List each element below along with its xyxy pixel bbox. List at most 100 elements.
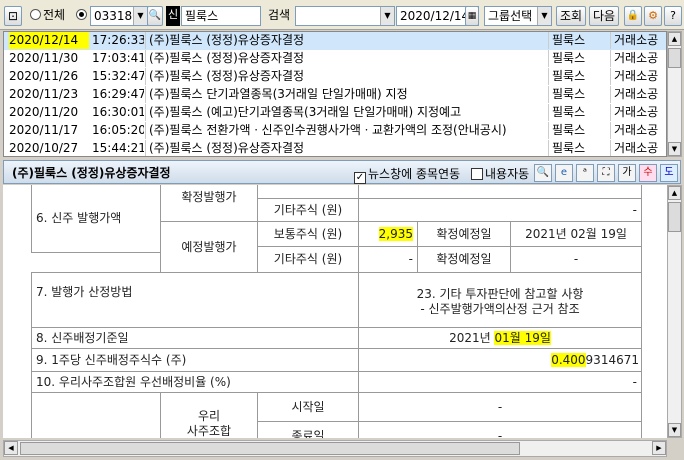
font-large-button[interactable]: 가 <box>618 164 636 182</box>
list-source: 거래소공 <box>610 50 666 67</box>
font-small-icon[interactable]: ᵃ <box>576 164 594 182</box>
confirm-date-label: 확정예정일 <box>417 221 511 247</box>
list-item[interactable]: 2020/11/30 17:03:41 (주)필룩스 (정정)유상증자결정 필룩스 거래… <box>4 50 666 68</box>
list-date: 2020/11/30 <box>9 51 79 65</box>
list-item[interactable]: 2020/11/17 16:05:20 (주)필룩스 전환가액ㆍ신주인수권행사가액ㆍ… <box>4 122 666 140</box>
confirm-date-value: 2021년 02월 19일 <box>510 221 642 247</box>
detail-titlebar: (주)필룩스 (정정)유상증자결정 ✓ 뉴스창에 종목연동 내용자동 🔍 e ᵃ … <box>3 160 681 184</box>
list-source: 거래소공 <box>610 122 666 139</box>
news-link-checkbox[interactable]: ✓ 뉴스창에 종목연동 <box>354 165 460 184</box>
list-time: 15:32:47 <box>92 69 144 83</box>
row6-label: 6. 신주 발행가액 <box>31 185 161 253</box>
list-title: (주)필룩스 (정정)유상증자결정 <box>145 50 547 67</box>
confirm-date-value-2: - <box>510 246 642 273</box>
document-scrollbar[interactable]: ▲ ▼ <box>667 185 682 438</box>
list-item[interactable]: 2020/12/14 17:26:33 (주)필룩스 (정정)유상증자결정 필룩스 거래… <box>4 32 666 50</box>
start-date-value: - <box>358 392 642 422</box>
start-date-label: 시작일 <box>257 392 359 422</box>
list-time: 16:05:20 <box>92 123 144 137</box>
scroll-right-icon[interactable]: ▶ <box>652 441 666 455</box>
other-stock-label: 기타주식 (원) <box>257 198 359 222</box>
list-item[interactable]: 2020/10/27 15:44:21 (주)필룩스 (정정)유상증자결정 필룩스 거래… <box>4 140 666 156</box>
document-view: 6. 신주 발행가액 확정발행가 기타주식 (원) - 예정발행가 보통주식 (… <box>3 185 667 438</box>
list-date: 2020/11/26 <box>9 69 79 83</box>
scroll-up-icon[interactable]: ▲ <box>668 186 681 200</box>
query-button[interactable]: 조회 <box>556 6 586 26</box>
checkbox-icon <box>471 168 483 180</box>
list-date: 2020/10/27 <box>9 141 79 155</box>
list-company: 필룩스 <box>548 122 608 139</box>
list-title: (주)필룩스 (예고)단기과열종목(3거래일 단일가매매) 지정예고 <box>145 104 547 121</box>
list-time: 16:30:01 <box>92 105 144 119</box>
list-source: 거래소공 <box>610 86 666 103</box>
radio-icon <box>30 9 41 20</box>
list-time: 16:29:47 <box>92 87 144 101</box>
scroll-thumb[interactable] <box>668 48 681 68</box>
buy-button[interactable]: 수 <box>639 164 657 182</box>
fit-icon[interactable]: ⛶ <box>597 164 615 182</box>
next-button[interactable]: 다음 <box>589 6 619 26</box>
calendar-icon[interactable]: ▦ <box>465 6 479 26</box>
lock-icon[interactable]: 🔒 <box>624 6 642 26</box>
chevron-down-icon[interactable]: ▼ <box>537 7 551 25</box>
scroll-left-icon[interactable]: ◀ <box>4 441 18 455</box>
other-stock-value: - <box>358 198 642 222</box>
list-title: (주)필룩스 (정정)유상증자결정 <box>145 68 547 85</box>
window-menu-button[interactable]: ⊡ <box>4 6 22 26</box>
row11-label <box>31 392 161 438</box>
list-company: 필룩스 <box>548 32 608 49</box>
stock-code-input[interactable]: 033180 ▼ <box>90 6 148 26</box>
list-source: 거래소공 <box>610 32 666 49</box>
auto-content-checkbox[interactable]: 내용자동 <box>471 165 529 182</box>
list-company: 필룩스 <box>548 68 608 85</box>
list-source: 거래소공 <box>610 68 666 85</box>
sell-button[interactable]: 도 <box>660 164 678 182</box>
list-company: 필룩스 <box>548 140 608 156</box>
radio-all[interactable]: 전체 <box>30 6 65 26</box>
row9-value: 0.4009314671 <box>358 348 642 372</box>
detail-title: (주)필룩스 (정정)유상증자결정 <box>12 166 171 180</box>
list-date: 2020/11/17 <box>9 123 79 137</box>
search-select[interactable]: ▼ <box>295 6 395 26</box>
list-time: 15:44:21 <box>92 141 144 155</box>
search-icon[interactable]: 🔍 <box>147 6 163 26</box>
help-icon[interactable]: ? <box>664 6 682 26</box>
row10-value: - <box>358 371 642 393</box>
list-title: (주)필룩스 전환가액ㆍ신주인수권행사가액ㆍ교환가액의 조정(안내공시) <box>145 122 547 139</box>
expected-price-label: 예정발행가 <box>160 221 258 273</box>
disclosure-list: 2020/12/14 17:26:33 (주)필룩스 (정정)유상증자결정 필룩스 거래… <box>3 31 667 157</box>
chevron-down-icon[interactable]: ▼ <box>133 7 147 25</box>
list-company: 필룩스 <box>548 104 608 121</box>
union-label: 우리 사주조합 <box>160 392 258 438</box>
other-stock-label-2: 기타주식 (원) <box>257 246 359 273</box>
group-select[interactable]: 그룹선택 ▼ <box>484 6 552 26</box>
radio-code[interactable] <box>76 6 89 26</box>
hscroll-thumb[interactable] <box>20 442 520 455</box>
scroll-down-icon[interactable]: ▼ <box>668 423 681 437</box>
chevron-down-icon[interactable]: ▼ <box>380 7 394 25</box>
list-time: 17:03:41 <box>92 51 144 65</box>
row8-label: 8. 신주배정기준일 <box>31 327 359 349</box>
scroll-down-icon[interactable]: ▼ <box>668 142 681 156</box>
gear-icon[interactable]: ⚙ <box>644 6 662 26</box>
company-name-input[interactable]: 필룩스 <box>181 6 261 26</box>
list-scrollbar[interactable]: ▲ ▼ <box>667 31 682 157</box>
scroll-thumb[interactable] <box>668 202 681 232</box>
common-stock-value: 2,935 <box>358 221 418 247</box>
list-date: 2020/11/20 <box>9 105 79 119</box>
zoom-icon[interactable]: 🔍 <box>534 164 552 182</box>
empty-cell <box>257 185 359 199</box>
list-title: (주)필룩스 (정정)유상증자결정 <box>145 140 547 156</box>
document-hscrollbar[interactable]: ◀ ▶ <box>3 440 667 457</box>
list-item[interactable]: 2020/11/23 16:29:47 (주)필룩스 단기과열종목(3거래일 단일가… <box>4 86 666 104</box>
confirmed-price-label: 확정발행가 <box>160 185 258 222</box>
list-time: 17:26:33 <box>92 33 144 47</box>
browser-icon[interactable]: e <box>555 164 573 182</box>
list-item[interactable]: 2020/11/20 16:30:01 (주)필룩스 (예고)단기과열종목(3거래일… <box>4 104 666 122</box>
scroll-up-icon[interactable]: ▲ <box>668 32 681 46</box>
empty-cell <box>358 185 642 199</box>
list-item[interactable]: 2020/11/26 15:32:47 (주)필룩스 (정정)유상증자결정 필룩스 거래… <box>4 68 666 86</box>
end-date-label: 종료일 <box>257 421 359 438</box>
row9-label: 9. 1주당 신주배정주식수 (주) <box>31 348 359 372</box>
list-company: 필룩스 <box>548 50 608 67</box>
